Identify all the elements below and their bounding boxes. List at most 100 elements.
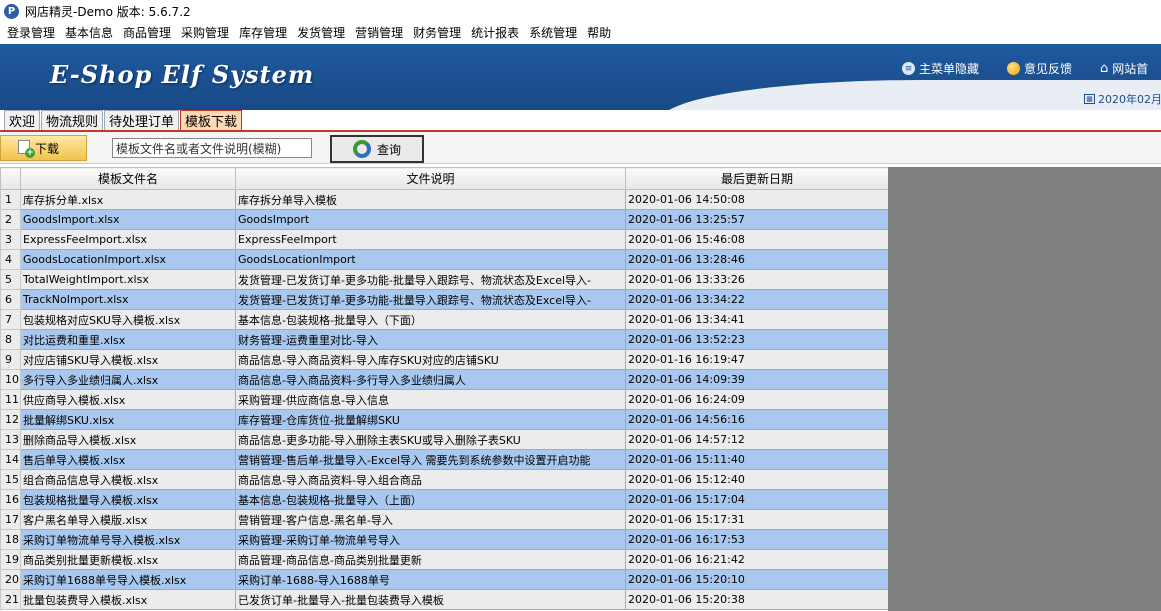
template-description-cell[interactable]: 商品信息-导入商品资料-导入库存SKU对应的店铺SKU bbox=[235, 349, 626, 370]
row-index-cell[interactable]: 10 bbox=[0, 369, 21, 390]
last-updated-cell[interactable]: 2020-01-06 13:34:41 bbox=[625, 309, 889, 330]
last-updated-cell[interactable]: 2020-01-06 15:20:38 bbox=[625, 589, 889, 610]
tab-template-download[interactable]: 模板下载 bbox=[180, 110, 243, 130]
last-updated-cell[interactable]: 2020-01-06 15:20:10 bbox=[625, 569, 889, 590]
row-index-cell[interactable]: 1 bbox=[0, 189, 21, 210]
table-row[interactable]: 13 删除商品导入模板.xlsx 商品信息-更多功能-导入删除主表SKU或导入删除子… bbox=[0, 429, 889, 450]
table-row[interactable]: 11 供应商导入模板.xlsx 采购管理-供应商信息-导入信息 2020-01-06 … bbox=[0, 389, 889, 410]
template-description-cell[interactable]: 营销管理-售后单-批量导入-Excel导入 需要先到系统参数中设置开启功能 bbox=[235, 449, 626, 470]
template-filename-cell[interactable]: TrackNoImport.xlsx bbox=[20, 289, 236, 310]
last-updated-cell[interactable]: 2020-01-06 14:09:39 bbox=[625, 369, 889, 390]
template-filename-cell[interactable]: 组合商品信息导入模板.xlsx bbox=[20, 469, 236, 490]
template-description-cell[interactable]: GoodsImport bbox=[235, 209, 626, 230]
last-updated-cell[interactable]: 2020-01-06 15:11:40 bbox=[625, 449, 889, 470]
row-index-cell[interactable]: 12 bbox=[0, 409, 21, 430]
template-filename-cell[interactable]: TotalWeightImport.xlsx bbox=[20, 269, 236, 290]
template-description-cell[interactable]: 采购管理-供应商信息-导入信息 bbox=[235, 389, 626, 410]
table-row[interactable]: 20 采购订单1688单号导入模板.xlsx 采购订单-1688-导入1688单号 2… bbox=[0, 569, 889, 590]
row-index-cell[interactable]: 19 bbox=[0, 549, 21, 570]
last-updated-cell[interactable]: 2020-01-06 15:46:08 bbox=[625, 229, 889, 250]
template-description-cell[interactable]: 库存拆分单导入模板 bbox=[235, 189, 626, 210]
menu-inventory[interactable]: 库存管理 bbox=[234, 24, 292, 41]
row-index-cell[interactable]: 14 bbox=[0, 449, 21, 470]
tab-logistics-rules[interactable]: 物流规则 bbox=[41, 110, 104, 130]
template-description-cell[interactable]: 商品信息-导入商品资料-导入组合商品 bbox=[235, 469, 626, 490]
table-row[interactable]: 7 包装规格对应SKU导入模板.xlsx 基本信息-包装规格-批量导入（下面） 202… bbox=[0, 309, 889, 330]
table-row[interactable]: 8 对比运费和重里.xlsx 财务管理-运费重里对比-导入 2020-01-06 13… bbox=[0, 329, 889, 350]
last-updated-cell[interactable]: 2020-01-06 16:24:09 bbox=[625, 389, 889, 410]
table-row[interactable]: 1 库存拆分单.xlsx 库存拆分单导入模板 2020-01-06 14:50:08 bbox=[0, 189, 889, 210]
template-filename-cell[interactable]: GoodsImport.xlsx bbox=[20, 209, 236, 230]
row-index-cell[interactable]: 16 bbox=[0, 489, 21, 510]
last-updated-cell[interactable]: 2020-01-06 15:17:31 bbox=[625, 509, 889, 530]
template-description-cell[interactable]: 商品信息-更多功能-导入删除主表SKU或导入删除子表SKU bbox=[235, 429, 626, 450]
last-updated-cell[interactable]: 2020-01-06 13:33:26 bbox=[625, 269, 889, 290]
template-description-cell[interactable]: 基本信息-包装规格-批量导入（上面） bbox=[235, 489, 626, 510]
last-updated-cell[interactable]: 2020-01-06 13:28:46 bbox=[625, 249, 889, 270]
download-button[interactable]: + 下载 bbox=[0, 135, 87, 161]
feedback-link[interactable]: 意见反馈 bbox=[1007, 60, 1072, 77]
row-index-cell[interactable]: 17 bbox=[0, 509, 21, 530]
table-row[interactable]: 21 批量包装费导入模板.xlsx 已发货订单-批量导入-批量包装费导入模板 2020… bbox=[0, 589, 889, 610]
row-index-cell[interactable]: 8 bbox=[0, 329, 21, 350]
template-description-cell[interactable]: 营销管理-客户信息-黑名单-导入 bbox=[235, 509, 626, 530]
menu-basic-info[interactable]: 基本信息 bbox=[60, 24, 118, 41]
last-updated-cell[interactable]: 2020-01-06 16:17:53 bbox=[625, 529, 889, 550]
template-filename-cell[interactable]: 客户黑名单导入模版.xlsx bbox=[20, 509, 236, 530]
template-filename-cell[interactable]: 对应店铺SKU导入模板.xlsx bbox=[20, 349, 236, 370]
menu-product[interactable]: 商品管理 bbox=[118, 24, 176, 41]
table-row[interactable]: 17 客户黑名单导入模版.xlsx 营销管理-客户信息-黑名单-导入 2020-01-… bbox=[0, 509, 889, 530]
template-filename-cell[interactable]: 包装规格对应SKU导入模板.xlsx bbox=[20, 309, 236, 330]
template-filename-cell[interactable]: ExpressFeeImport.xlsx bbox=[20, 229, 236, 250]
last-updated-cell[interactable]: 2020-01-06 16:21:42 bbox=[625, 549, 889, 570]
template-description-cell[interactable]: 商品信息-导入商品资料-多行导入多业绩归属人 bbox=[235, 369, 626, 390]
template-filename-cell[interactable]: 商品类别批量更新模板.xlsx bbox=[20, 549, 236, 570]
homepage-link[interactable]: ⌂ 网站首 bbox=[1100, 60, 1148, 77]
menu-help[interactable]: 帮助 bbox=[582, 24, 616, 41]
menu-system[interactable]: 系统管理 bbox=[524, 24, 582, 41]
table-row[interactable]: 16 包装规格批量导入模板.xlsx 基本信息-包装规格-批量导入（上面） 2020-… bbox=[0, 489, 889, 510]
template-filename-cell[interactable]: 采购订单物流单号导入模板.xlsx bbox=[20, 529, 236, 550]
table-row[interactable]: 9 对应店铺SKU导入模板.xlsx 商品信息-导入商品资料-导入库存SKU对应的店… bbox=[0, 349, 889, 370]
menu-login[interactable]: 登录管理 bbox=[2, 24, 60, 41]
template-filename-cell[interactable]: 批量解绑SKU.xlsx bbox=[20, 409, 236, 430]
table-row[interactable]: 18 采购订单物流单号导入模板.xlsx 采购管理-采购订单-物流单号导入 2020-… bbox=[0, 529, 889, 550]
last-updated-cell[interactable]: 2020-01-06 13:52:23 bbox=[625, 329, 889, 350]
menu-shipping[interactable]: 发货管理 bbox=[292, 24, 350, 41]
last-updated-cell[interactable]: 2020-01-06 15:17:04 bbox=[625, 489, 889, 510]
row-index-cell[interactable]: 7 bbox=[0, 309, 21, 330]
column-header-updated[interactable]: 最后更新日期 bbox=[625, 167, 889, 190]
template-filename-cell[interactable]: 采购订单1688单号导入模板.xlsx bbox=[20, 569, 236, 590]
search-input[interactable] bbox=[112, 138, 312, 158]
menu-marketing[interactable]: 营销管理 bbox=[350, 24, 408, 41]
row-index-cell[interactable]: 4 bbox=[0, 249, 21, 270]
template-filename-cell[interactable]: 删除商品导入模板.xlsx bbox=[20, 429, 236, 450]
template-description-cell[interactable]: 商品管理-商品信息-商品类别批量更新 bbox=[235, 549, 626, 570]
table-row[interactable]: 4 GoodsLocationImport.xlsx GoodsLocationIm… bbox=[0, 249, 889, 270]
row-index-cell[interactable]: 21 bbox=[0, 589, 21, 610]
template-description-cell[interactable]: 基本信息-包装规格-批量导入（下面） bbox=[235, 309, 626, 330]
template-description-cell[interactable]: GoodsLocationImport bbox=[235, 249, 626, 270]
last-updated-cell[interactable]: 2020-01-16 16:19:47 bbox=[625, 349, 889, 370]
table-row[interactable]: 10 多行导入多业绩归属人.xlsx 商品信息-导入商品资料-多行导入多业绩归属人 2… bbox=[0, 369, 889, 390]
last-updated-cell[interactable]: 2020-01-06 14:57:12 bbox=[625, 429, 889, 450]
row-index-cell[interactable]: 11 bbox=[0, 389, 21, 410]
column-header-filename[interactable]: 模板文件名 bbox=[20, 167, 236, 190]
template-description-cell[interactable]: 库存管理-仓库货位-批量解绑SKU bbox=[235, 409, 626, 430]
row-index-cell[interactable]: 3 bbox=[0, 229, 21, 250]
table-row[interactable]: 15 组合商品信息导入模板.xlsx 商品信息-导入商品资料-导入组合商品 2020-… bbox=[0, 469, 889, 490]
row-index-cell[interactable]: 9 bbox=[0, 349, 21, 370]
table-row[interactable]: 2 GoodsImport.xlsx GoodsImport 2020-01-06 1… bbox=[0, 209, 889, 230]
menu-reports[interactable]: 统计报表 bbox=[466, 24, 524, 41]
template-description-cell[interactable]: 采购管理-采购订单-物流单号导入 bbox=[235, 529, 626, 550]
template-description-cell[interactable]: ExpressFeeImport bbox=[235, 229, 626, 250]
template-filename-cell[interactable]: 包装规格批量导入模板.xlsx bbox=[20, 489, 236, 510]
query-button[interactable]: 查询 bbox=[330, 135, 424, 163]
menu-finance[interactable]: 财务管理 bbox=[408, 24, 466, 41]
last-updated-cell[interactable]: 2020-01-06 13:34:22 bbox=[625, 289, 889, 310]
template-description-cell[interactable]: 已发货订单-批量导入-批量包装费导入模板 bbox=[235, 589, 626, 610]
last-updated-cell[interactable]: 2020-01-06 13:25:57 bbox=[625, 209, 889, 230]
template-filename-cell[interactable]: 多行导入多业绩归属人.xlsx bbox=[20, 369, 236, 390]
template-filename-cell[interactable]: 批量包装费导入模板.xlsx bbox=[20, 589, 236, 610]
row-index-cell[interactable]: 15 bbox=[0, 469, 21, 490]
